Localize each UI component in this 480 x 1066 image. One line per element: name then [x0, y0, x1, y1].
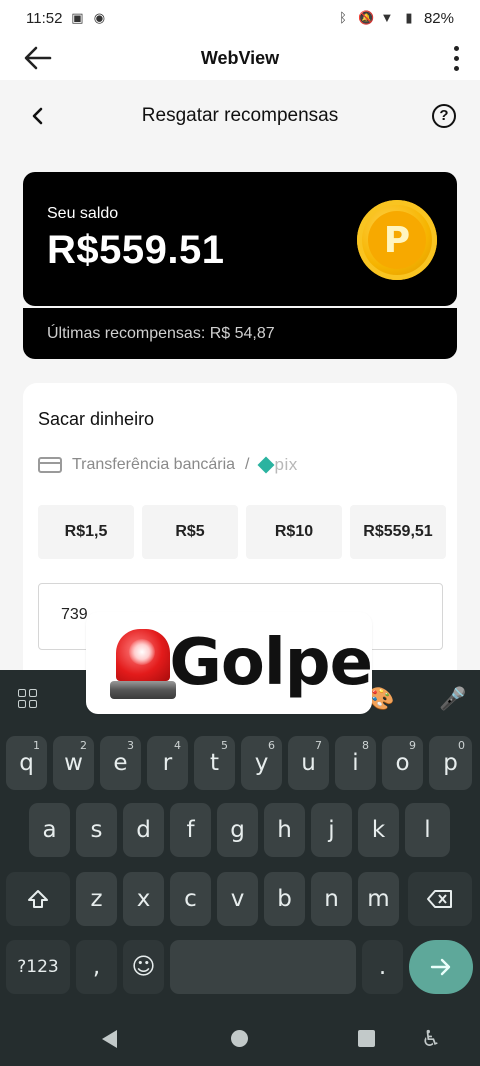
battery-percent: 82% — [423, 9, 454, 27]
key-s[interactable]: s — [76, 803, 117, 857]
key-a[interactable]: a — [29, 803, 70, 857]
key-y[interactable]: y6 — [241, 736, 282, 790]
key-u[interactable]: u7 — [288, 736, 329, 790]
coin-letter: P — [368, 211, 426, 269]
period-key[interactable]: . — [362, 940, 403, 994]
balance-label: Seu saldo — [47, 205, 119, 222]
key-v[interactable]: v — [217, 872, 258, 926]
status-bar: 11:52 ▣ ◉ ᛒ 🔕 ▼ ▮ 82% — [0, 0, 480, 36]
app-bar-title: WebView — [200, 47, 280, 68]
nav-back-icon[interactable] — [102, 1030, 117, 1048]
back-arrow-icon[interactable] — [22, 42, 54, 74]
emoji-key[interactable]: ☺ — [123, 940, 164, 994]
battery-icon: ▮ — [405, 10, 413, 25]
key-r[interactable]: r4 — [147, 736, 188, 790]
app-bar: WebView — [0, 36, 480, 80]
key-x[interactable]: x — [123, 872, 164, 926]
withdraw-heading: Sacar dinheiro — [38, 409, 155, 429]
nav-recents-icon[interactable] — [358, 1030, 375, 1047]
balance-amount: R$559.51 — [47, 228, 225, 272]
key-w[interactable]: w2 — [53, 736, 94, 790]
arrow-right-icon — [430, 958, 451, 976]
space-key[interactable] — [170, 940, 356, 994]
apps-grid-icon[interactable] — [10, 682, 44, 716]
screenshot-app-icon: ▣ — [71, 10, 84, 25]
enter-key[interactable] — [409, 940, 473, 994]
credit-card-icon — [38, 457, 62, 473]
comma-key[interactable]: , — [76, 940, 117, 994]
backspace-icon — [427, 890, 452, 908]
overlay-text: Golpe — [169, 626, 373, 700]
key-o[interactable]: o9 — [382, 736, 423, 790]
accessibility-icon[interactable]: ♿ — [420, 1026, 442, 1052]
record-icon: ◉ — [93, 10, 106, 25]
key-z[interactable]: z — [76, 872, 117, 926]
amount-options: R$1,5 R$5 R$10 R$559,51 — [38, 505, 446, 559]
wifi-icon: ▼ — [380, 10, 394, 25]
pix-logo: pix — [257, 455, 298, 475]
payment-method[interactable]: Transferência bancária / pix — [38, 455, 298, 475]
pix-icon — [257, 456, 274, 474]
shift-icon — [28, 890, 48, 908]
help-icon[interactable]: ? — [432, 104, 456, 128]
key-c[interactable]: c — [170, 872, 211, 926]
microphone-icon[interactable]: 🎤 — [436, 682, 470, 716]
more-options-icon[interactable] — [448, 42, 464, 74]
key-t[interactable]: t5 — [194, 736, 235, 790]
key-m[interactable]: m — [358, 872, 399, 926]
system-nav-bar: ♿ — [0, 1010, 480, 1066]
balance-card: Seu saldo R$559.51 P — [23, 172, 457, 306]
key-f[interactable]: f — [170, 803, 211, 857]
page-title: Resgatar recompensas — [141, 105, 339, 126]
symbols-key[interactable]: ?123 — [6, 940, 70, 994]
recent-rewards[interactable]: Últimas recompensas: R$ 54,87 — [23, 308, 457, 359]
key-d[interactable]: d — [123, 803, 164, 857]
key-b[interactable]: b — [264, 872, 305, 926]
page-header: Resgatar recompensas ? — [0, 98, 480, 134]
bluetooth-icon: ᛒ — [339, 10, 347, 25]
key-g[interactable]: g — [217, 803, 258, 857]
scam-warning-overlay: Golpe — [86, 612, 373, 714]
key-e[interactable]: e3 — [100, 736, 141, 790]
status-time: 11:52 — [26, 9, 63, 27]
key-j[interactable]: j — [311, 803, 352, 857]
amount-option[interactable]: R$5 — [142, 505, 238, 559]
keyboard: 🎨 🎤 q1 w2 e3 r4 t5 y6 u7 i8 o9 p0 a s d … — [0, 670, 480, 1010]
webview-content: Resgatar recompensas ? Seu saldo R$559.5… — [0, 80, 480, 683]
key-i[interactable]: i8 — [335, 736, 376, 790]
shift-key[interactable] — [6, 872, 70, 926]
key-q[interactable]: q1 — [6, 736, 47, 790]
amount-option[interactable]: R$10 — [246, 505, 342, 559]
coin-icon: P — [357, 200, 437, 280]
amount-option[interactable]: R$1,5 — [38, 505, 134, 559]
key-p[interactable]: p0 — [429, 736, 472, 790]
method-separator: / — [245, 456, 250, 473]
key-k[interactable]: k — [358, 803, 399, 857]
mute-icon: 🔕 — [357, 10, 375, 25]
method-label: Transferência bancária — [72, 456, 236, 473]
amount-option[interactable]: R$559,51 — [350, 505, 446, 559]
pix-label: pix — [274, 455, 298, 474]
key-l[interactable]: l — [405, 803, 450, 857]
key-h[interactable]: h — [264, 803, 305, 857]
backspace-key[interactable] — [408, 872, 472, 926]
emoji-icon: ☺ — [131, 954, 156, 980]
nav-home-icon[interactable] — [231, 1030, 248, 1047]
chevron-left-icon[interactable] — [26, 102, 50, 130]
siren-icon — [110, 625, 176, 701]
key-n[interactable]: n — [311, 872, 352, 926]
